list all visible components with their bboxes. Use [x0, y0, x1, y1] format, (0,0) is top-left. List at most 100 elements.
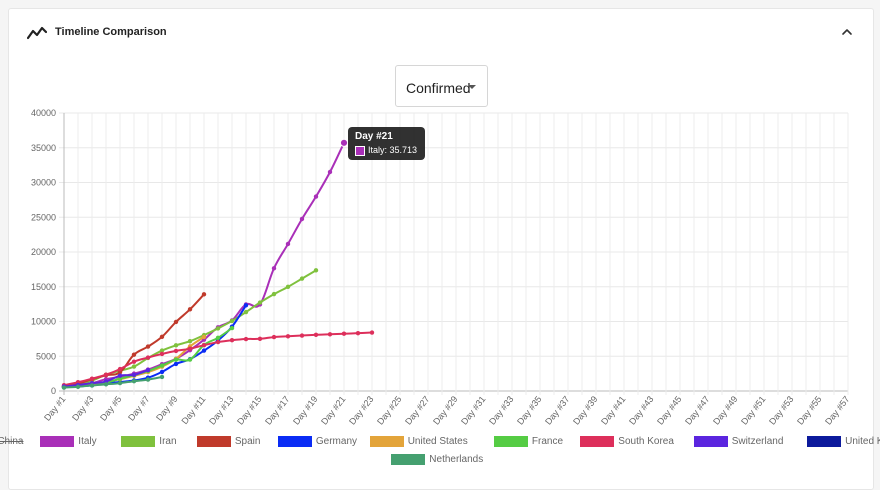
- x-tick-label: Day #37: [543, 394, 572, 427]
- data-point-south-korea: [89, 376, 95, 381]
- data-point-south-korea: [299, 333, 305, 338]
- data-point-south-korea: [355, 330, 361, 336]
- legend-swatch: [693, 436, 728, 447]
- tooltip-swatch: [355, 146, 365, 156]
- chart-tooltip: Day #21 Italy: 35.713: [348, 127, 425, 160]
- data-point-netherlands: [131, 379, 137, 384]
- data-point-germany: [173, 361, 179, 367]
- data-point-switzerland: [117, 373, 123, 378]
- data-point-south-korea: [341, 331, 347, 336]
- data-point-south-korea: [131, 359, 137, 364]
- data-point-spain: [187, 307, 193, 312]
- data-point-iran: [257, 300, 263, 305]
- data-point-netherlands: [75, 384, 81, 390]
- legend-label: South Korea: [618, 436, 674, 447]
- y-tick-label: 30000: [31, 178, 56, 188]
- legend-swatch: [121, 436, 156, 447]
- x-tick-label: Day #9: [154, 394, 179, 423]
- data-point-iran: [187, 339, 193, 344]
- legend-label: Switzerland: [731, 436, 784, 447]
- highlight-point: [339, 138, 349, 147]
- data-point-iran: [131, 364, 137, 369]
- data-point-germany: [159, 369, 165, 375]
- x-tick-label: Day #49: [711, 394, 740, 427]
- data-point-france: [159, 363, 165, 368]
- data-point-spain: [201, 292, 207, 297]
- x-tick-label: Day #21: [319, 394, 348, 427]
- x-tick-label: Day #15: [235, 394, 264, 427]
- data-point-south-korea: [187, 346, 193, 351]
- data-point-spain: [145, 344, 151, 349]
- legend-swatch: [807, 436, 842, 447]
- legend-label: Iran: [159, 436, 177, 447]
- x-tick-label: Day #11: [179, 394, 207, 426]
- y-tick-label: 10000: [31, 317, 56, 327]
- tooltip-title: Day #21: [355, 131, 393, 142]
- x-tick-label: Day #29: [431, 394, 460, 427]
- x-tick-label: Day #47: [683, 394, 712, 427]
- legend-label: Netherlands: [429, 454, 484, 465]
- data-point-netherlands: [61, 385, 67, 390]
- x-tick-label: Day #5: [98, 394, 123, 423]
- data-point-germany: [201, 348, 207, 353]
- x-tick-label: Day #31: [459, 394, 488, 427]
- data-point-france: [187, 357, 193, 362]
- data-point-france: [229, 325, 235, 331]
- legend-swatch: [391, 454, 426, 465]
- data-point-iran: [313, 268, 319, 273]
- data-point-italy: [313, 194, 319, 199]
- data-point-south-korea: [215, 339, 221, 345]
- x-tick-label: Day #45: [655, 394, 684, 427]
- legend-label: China: [0, 436, 24, 447]
- y-tick-label: 15000: [31, 282, 56, 292]
- data-point-united-states: [201, 334, 207, 340]
- data-point-france: [173, 357, 179, 362]
- data-point-spain: [159, 334, 165, 339]
- x-tick-label: Day #51: [739, 394, 768, 427]
- data-point-france: [215, 335, 221, 341]
- legend-swatch: [196, 436, 231, 447]
- legend-label: Spain: [234, 436, 261, 447]
- timeline-chart[interactable]: 0 5000 10000 15000 20000 25000 30000 35000 40000…: [0, 0, 880, 473]
- legend-label: Germany: [315, 436, 358, 447]
- x-tick-label: Day #55: [795, 394, 824, 427]
- legend-swatch: [277, 436, 312, 447]
- data-point-italy: [327, 169, 333, 175]
- data-point-south-korea: [103, 372, 109, 377]
- x-tick-label: Day #41: [599, 394, 628, 427]
- data-point-iran: [173, 343, 179, 348]
- legend-swatch: [580, 436, 615, 447]
- y-tick-label: 35000: [31, 143, 56, 153]
- data-point-iran: [271, 291, 277, 297]
- data-point-iran: [243, 309, 249, 315]
- data-point-south-korea: [117, 366, 123, 372]
- data-point-iran: [215, 326, 221, 331]
- data-point-switzerland: [131, 372, 137, 378]
- legend-label: United States: [407, 436, 468, 447]
- data-point-south-korea: [327, 332, 333, 337]
- data-point-netherlands: [103, 382, 109, 387]
- x-tick-label: Day #57: [823, 394, 852, 427]
- x-tick-label: Day #17: [263, 394, 292, 427]
- data-point-spain: [173, 319, 179, 325]
- data-point-netherlands: [145, 377, 151, 382]
- x-tick-label: Day #43: [627, 394, 656, 427]
- series-line-germany: [63, 304, 247, 389]
- data-point-netherlands: [117, 380, 123, 386]
- data-point-south-korea: [257, 336, 263, 342]
- data-point-south-korea: [271, 334, 277, 340]
- x-tick-label: Day #1: [42, 394, 67, 423]
- x-tick-label: Day #3: [70, 394, 95, 423]
- data-point-switzerland: [145, 367, 151, 373]
- legend-swatch: [40, 436, 75, 447]
- legend-swatch: [369, 436, 404, 447]
- data-point-south-korea: [173, 348, 179, 354]
- x-tick-label: Day #25: [375, 394, 404, 427]
- x-tick-label: Day #53: [767, 394, 796, 427]
- data-point-south-korea: [313, 332, 319, 337]
- data-point-iran: [229, 318, 235, 324]
- data-point-netherlands: [89, 383, 95, 388]
- legend-label: United Kingdom: [845, 436, 880, 447]
- legend-label: Italy: [78, 436, 97, 447]
- data-point-spain: [131, 352, 137, 357]
